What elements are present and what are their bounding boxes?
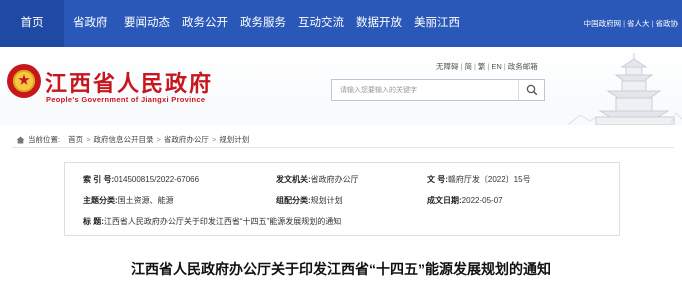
document-title-field: 标 题:江西省人民政府办公厅关于印发江西省“十四五”能源发展规划的通知: [83, 217, 342, 226]
nav-provincial-government[interactable]: 省政府: [73, 0, 108, 47]
written-date: 成文日期:2022-05-07: [427, 196, 503, 205]
nav-interaction[interactable]: 互动交流: [298, 0, 344, 47]
accessibility-link[interactable]: 无障碍: [436, 62, 459, 71]
english-link[interactable]: EN: [491, 62, 501, 71]
national-emblem-icon: [7, 64, 41, 98]
issuing-authority: 发文机关:省政府办公厅: [276, 175, 359, 184]
pavilion-illustration: [567, 53, 682, 125]
metadata-row: 索 引 号:014500815/2022-67066 发文机关:省政府办公厅 文…: [65, 171, 621, 189]
gov-mailbox-link[interactable]: 政务邮箱: [508, 62, 538, 71]
link-china-gov[interactable]: 中国政府网: [584, 0, 622, 47]
document-metadata-table: 索 引 号:014500815/2022-67066 发文机关:省政府办公厅 文…: [64, 162, 620, 236]
nav-home[interactable]: 首页: [0, 0, 64, 47]
nav-open-data[interactable]: 数据开放: [356, 0, 402, 47]
index-number: 索 引 号:014500815/2022-67066: [83, 175, 200, 184]
nav-government-services[interactable]: 政务服务: [240, 0, 286, 47]
document-number: 文 号:赣府厅发〔2022〕15号: [427, 175, 531, 184]
link-provincial-congress[interactable]: 省人大: [627, 0, 650, 47]
search-input[interactable]: [332, 80, 518, 100]
breadcrumb-label: 当前位置:: [28, 135, 61, 144]
site-title[interactable]: 江西省人民政府: [45, 66, 213, 98]
top-navigation: 首页 省政府 要闻动态 政务公开 政务服务 互动交流 数据开放 美丽江西 中国政…: [0, 0, 682, 47]
grouping-classification: 组配分类:规划计划: [276, 196, 343, 205]
breadcrumb: 当前位置: 首页 > 政府信息公开目录 > 省政府办公厅 > 规划计划: [16, 134, 249, 145]
nav-beautiful-jiangxi[interactable]: 美丽江西: [414, 0, 460, 47]
article-title: 江西省人民政府办公厅关于印发江西省“十四五”能源发展规划的通知: [131, 261, 551, 277]
breadcrumb-info-catalog[interactable]: 政府信息公开目录: [93, 134, 153, 145]
metadata-row: 标 题:江西省人民政府办公厅关于印发江西省“十四五”能源发展规划的通知: [65, 213, 621, 231]
site-header: 江西省人民政府 People's Government of Jiangxi P…: [0, 47, 682, 125]
home-icon: [16, 136, 25, 143]
site-subtitle: People's Government of Jiangxi Province: [46, 95, 206, 104]
top-right-links: 中国政府网 | 省人大 | 省政协: [584, 0, 678, 47]
breadcrumb-home[interactable]: 首页: [68, 134, 83, 145]
simplified-chinese-link[interactable]: 简: [464, 62, 472, 71]
breadcrumb-planning[interactable]: 规划计划: [219, 134, 249, 145]
metadata-row: 主题分类:国土资源、能源 组配分类:规划计划 成文日期:2022-05-07: [65, 192, 621, 210]
nav-government-affairs-disclosure[interactable]: 政务公开: [182, 0, 228, 47]
nav-news[interactable]: 要闻动态: [124, 0, 170, 47]
utility-links: 无障碍 | 简 | 繁 | EN | 政务邮箱: [436, 62, 538, 71]
breadcrumb-divider: [12, 147, 674, 148]
link-provincial-cppcc[interactable]: 省政协: [656, 0, 679, 47]
search-button[interactable]: [518, 80, 544, 100]
topic-classification: 主题分类:国土资源、能源: [83, 196, 174, 205]
traditional-chinese-link[interactable]: 繁: [478, 62, 486, 71]
search-box: [331, 79, 545, 101]
search-icon: [526, 84, 537, 96]
breadcrumb-general-office[interactable]: 省政府办公厅: [164, 134, 209, 145]
